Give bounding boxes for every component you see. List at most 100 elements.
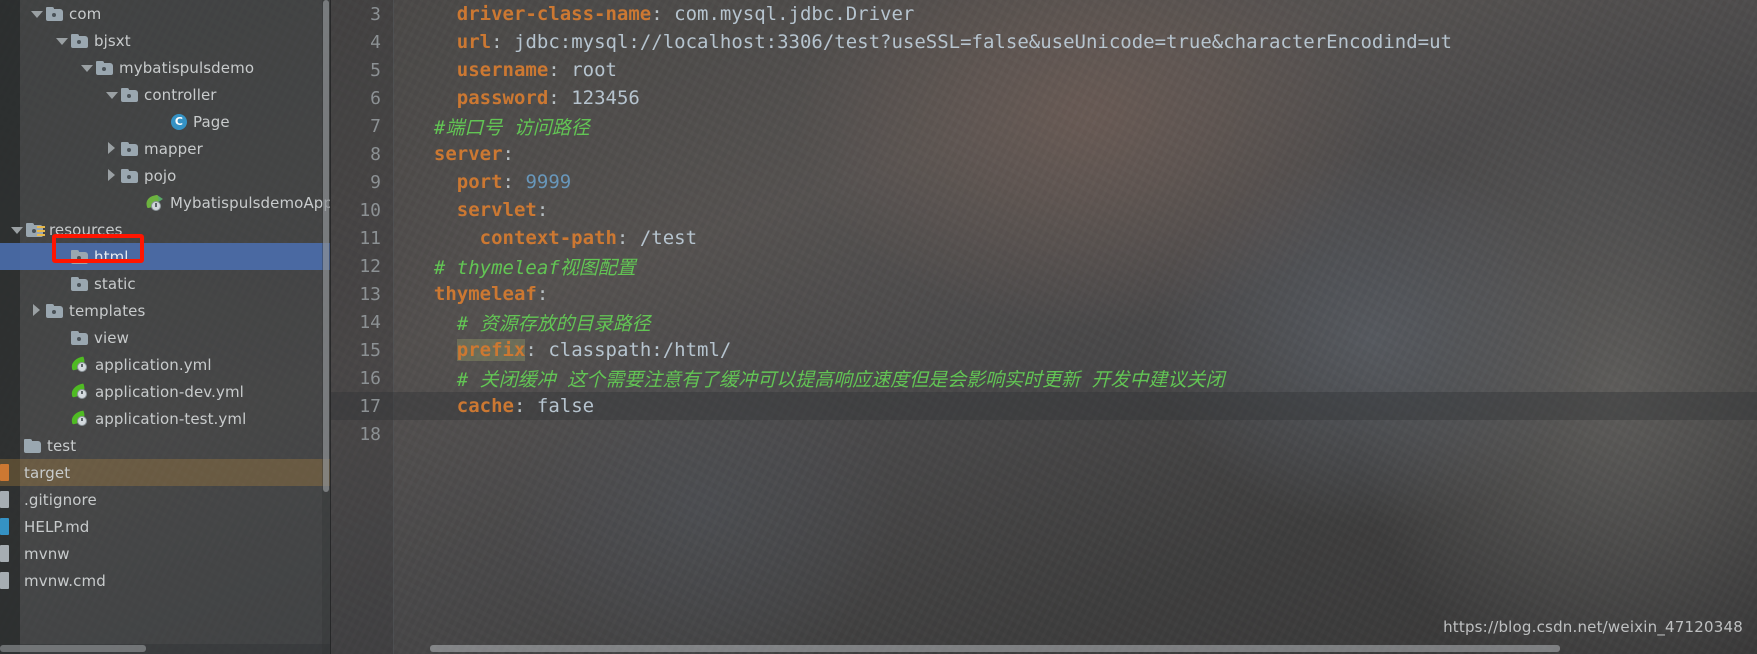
code-text: port: 9999: [456, 171, 572, 193]
code-line[interactable]: 5 username: root: [331, 56, 1757, 84]
line-number: 18: [359, 423, 381, 445]
tree-item-label: application-test.yml: [95, 409, 247, 428]
spring-yml-file-icon: [69, 409, 89, 427]
tree-item-label: MybatispulsdemoApplicati: [170, 193, 330, 212]
tree-item-mvnw[interactable]: mvnw: [0, 540, 330, 567]
chevron-down-icon[interactable]: [30, 7, 43, 20]
spring-yml-file-icon: [69, 355, 89, 373]
line-number: 16: [359, 367, 381, 389]
code-line[interactable]: 13 thymeleaf:: [331, 280, 1757, 308]
tree-item-application-yml[interactable]: application.yml: [0, 351, 330, 378]
tree-item-mapper[interactable]: mapper: [0, 135, 330, 162]
tree-item-label: controller: [144, 85, 217, 104]
folder-icon: [71, 276, 88, 291]
no-chevron-spacer: [130, 196, 143, 209]
tree-item-static[interactable]: static: [0, 270, 330, 297]
no-chevron-spacer: [8, 574, 21, 587]
tree-item-label: static: [94, 274, 136, 293]
no-chevron-spacer: [8, 547, 21, 560]
code-text: context-path: /test: [479, 227, 698, 249]
code-line[interactable]: 16 # 关闭缓冲 这个需要注意有了缓冲可以提高响应速度但是会影响实时更新 开发…: [331, 364, 1757, 392]
tree-item-application-test-yml[interactable]: application-test.yml: [0, 405, 330, 432]
editor-hscrollbar-thumb[interactable]: [430, 645, 1560, 652]
tree-item-view[interactable]: view: [0, 324, 330, 351]
code-line[interactable]: 9 port: 9999: [331, 168, 1757, 196]
tree-item-resources[interactable]: resources: [0, 216, 330, 243]
line-number: 11: [359, 227, 381, 249]
code-line[interactable]: 4 url: jdbc:mysql://localhost:3306/test?…: [331, 28, 1757, 56]
tree-item-mybatispulsdemo[interactable]: mybatispulsdemo: [0, 54, 330, 81]
code-line[interactable]: 3 driver-class-name: com.mysql.jdbc.Driv…: [331, 0, 1757, 28]
chevron-right-icon[interactable]: [105, 142, 118, 155]
tree-item-label: HELP.md: [24, 517, 90, 536]
line-number: 13: [359, 283, 381, 305]
code-line[interactable]: 18: [331, 420, 1757, 448]
folder-icon: [121, 168, 138, 183]
tree-vertical-scrollbar[interactable]: [322, 0, 330, 654]
line-number: 15: [359, 339, 381, 361]
no-chevron-spacer: [55, 331, 68, 344]
chevron-right-icon[interactable]: [105, 169, 118, 182]
code-line[interactable]: 15 prefix: classpath:/html/: [331, 336, 1757, 364]
line-number: 12: [359, 255, 381, 277]
chevron-right-icon[interactable]: [30, 304, 43, 317]
tree-item-label: com: [69, 4, 102, 23]
code-line[interactable]: 10 servlet:: [331, 196, 1757, 224]
code-line[interactable]: 8 server:: [331, 140, 1757, 168]
tree-item-pojo[interactable]: pojo: [0, 162, 330, 189]
tree-item-target[interactable]: target: [0, 459, 330, 486]
tree-item-mybatispulsdemoapplicati[interactable]: MybatispulsdemoApplicati: [0, 189, 330, 216]
tree-item-mvnw-cmd[interactable]: mvnw.cmd: [0, 567, 330, 594]
code-line[interactable]: 7 #端口号 访问路径: [331, 112, 1757, 140]
tree-item-com[interactable]: com: [0, 0, 330, 27]
code-editor[interactable]: 3 driver-class-name: com.mysql.jdbc.Driv…: [331, 0, 1757, 654]
tree-item-gitignore[interactable]: .gitignore: [0, 486, 330, 513]
chevron-down-icon[interactable]: [105, 88, 118, 101]
chevron-down-icon[interactable]: [80, 61, 93, 74]
code-line[interactable]: 12 # thymeleaf视图配置: [331, 252, 1757, 280]
tree-item-application-dev-yml[interactable]: application-dev.yml: [0, 378, 330, 405]
tree-item-bjsxt[interactable]: bjsxt: [0, 27, 330, 54]
folder-icon: [46, 303, 63, 318]
folder-icon: [71, 33, 88, 48]
code-text: thymeleaf:: [433, 283, 549, 305]
tree-item-label: test: [47, 436, 77, 455]
tree-scrollbar-thumb[interactable]: [323, 0, 329, 492]
code-line[interactable]: 11 context-path: /test: [331, 224, 1757, 252]
line-number: 14: [359, 311, 381, 333]
code-text: url: jdbc:mysql://localhost:3306/test?us…: [456, 31, 1452, 53]
editor-horizontal-scrollbar[interactable]: [430, 644, 1757, 654]
line-number: 6: [370, 87, 381, 109]
code-line[interactable]: 14 # 资源存放的目录路径: [331, 308, 1757, 336]
tree-item-help-md[interactable]: HELP.md: [0, 513, 330, 540]
tree-item-label: .gitignore: [24, 490, 97, 509]
line-number: 17: [359, 395, 381, 417]
code-text: driver-class-name: com.mysql.jdbc.Driver: [456, 3, 915, 25]
tree-item-label: mybatispulsdemo: [119, 58, 255, 77]
code-text: cache: false: [456, 395, 595, 417]
no-chevron-spacer: [55, 412, 68, 425]
folder-icon: [121, 141, 138, 156]
code-text: prefix: classpath:/html/: [456, 339, 732, 361]
no-chevron-spacer: [8, 520, 21, 533]
code-line[interactable]: 17 cache: false: [331, 392, 1757, 420]
no-chevron-spacer: [55, 385, 68, 398]
folder-icon: [46, 6, 63, 21]
tree-item-page[interactable]: C Page: [0, 108, 330, 135]
tree-item-html[interactable]: html: [0, 243, 330, 270]
tree-hscrollbar-thumb[interactable]: [0, 645, 146, 652]
code-text: servlet:: [456, 199, 549, 221]
tree-item-test[interactable]: test: [0, 432, 330, 459]
tree-item-templates[interactable]: templates: [0, 297, 330, 324]
tree-item-controller[interactable]: controller: [0, 81, 330, 108]
chevron-down-icon[interactable]: [10, 223, 23, 236]
folder-icon: [96, 60, 113, 75]
code-text: server:: [433, 143, 514, 165]
tree-horizontal-scrollbar[interactable]: [0, 644, 330, 654]
tree-item-label: target: [24, 463, 71, 482]
tree-item-label: bjsxt: [94, 31, 131, 50]
tree-item-label: view: [94, 328, 129, 347]
chevron-down-icon[interactable]: [55, 34, 68, 47]
tree-item-label: templates: [69, 301, 146, 320]
code-line[interactable]: 6 password: 123456: [331, 84, 1757, 112]
